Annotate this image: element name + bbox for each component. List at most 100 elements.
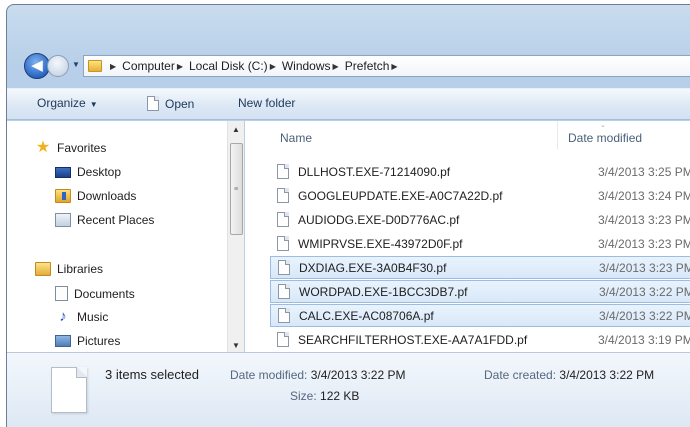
address-row: ◀ ▼ ▶ Computer ▶ Local Disk (C:) ▶ Windo… xyxy=(7,49,690,83)
grip-icon: ≡ xyxy=(234,186,238,193)
file-date-modified: 3/4/2013 3:24 PM xyxy=(598,188,690,203)
nav-desktop[interactable]: Desktop xyxy=(55,165,121,179)
file-row[interactable]: CALC.EXE-AC08706A.pf 3/4/2013 3:22 PM xyxy=(270,304,690,327)
chevron-down-icon: ▼ xyxy=(72,60,80,69)
column-header-date-modified[interactable]: Date modified xyxy=(568,131,642,145)
open-button[interactable]: Open xyxy=(147,96,194,111)
documents-icon xyxy=(55,286,68,301)
breadcrumb-local-disk[interactable]: Local Disk (C:) xyxy=(189,59,268,73)
size-value: 122 KB xyxy=(320,389,360,403)
libraries-icon xyxy=(35,262,51,276)
file-name: DXDIAG.EXE-3A0B4F30.pf xyxy=(299,260,447,275)
file-date-modified: 3/4/2013 3:23 PM xyxy=(598,236,690,251)
file-icon xyxy=(277,236,289,251)
file-row[interactable]: WORDPAD.EXE-1BCC3DB7.pf 3/4/2013 3:22 PM xyxy=(270,280,690,303)
recent-places-icon xyxy=(55,213,71,227)
file-row[interactable]: AUDIODG.EXE-D0D776AC.pf 3/4/2013 3:23 PM xyxy=(270,208,690,231)
detail-date-modified: Date modified: 3/4/2013 3:22 PM xyxy=(230,368,405,382)
nav-favorites[interactable]: ★ Favorites xyxy=(35,139,107,156)
sort-indicator-icon: ⌄ xyxy=(600,122,606,129)
size-label: Size: xyxy=(290,389,317,403)
file-name: SEARCHFILTERHOST.EXE-AA7A1FDD.pf xyxy=(298,332,528,347)
nav-libraries-label: Libraries xyxy=(57,262,104,276)
file-date-modified: 3/4/2013 3:22 PM xyxy=(599,308,690,323)
organize-button[interactable]: Organize ▼ xyxy=(37,96,98,110)
file-name: CALC.EXE-AC08706A.pf xyxy=(299,308,434,323)
chevron-right-icon[interactable]: ▶ xyxy=(270,62,276,71)
nav-music[interactable]: ♪ Music xyxy=(55,308,109,325)
file-icon xyxy=(278,260,290,275)
chevron-right-icon[interactable]: ▶ xyxy=(177,62,183,71)
detail-size: Size: 122 KB xyxy=(290,389,359,403)
file-date-modified: 3/4/2013 3:23 PM xyxy=(599,260,690,275)
nav-downloads-label: Downloads xyxy=(77,189,137,203)
breadcrumb-windows[interactable]: Windows xyxy=(282,59,331,73)
file-row[interactable]: DXDIAG.EXE-3A0B4F30.pf 3/4/2013 3:23 PM xyxy=(270,256,690,279)
navigation-pane: ★ Favorites Desktop Downloads Recent Pla… xyxy=(7,121,244,352)
nav-pane-scrollbar[interactable]: ▲ ≡ ▼ xyxy=(227,121,244,352)
file-icon xyxy=(277,164,289,179)
new-folder-button[interactable]: New folder xyxy=(238,96,295,110)
scrollbar-thumb[interactable]: ≡ xyxy=(230,143,243,235)
nav-documents-label: Documents xyxy=(74,286,135,301)
column-divider[interactable] xyxy=(557,121,558,149)
address-bar[interactable]: ▶ Computer ▶ Local Disk (C:) ▶ Windows ▶… xyxy=(83,55,690,77)
document-icon xyxy=(147,96,159,111)
chevron-right-icon[interactable]: ▶ xyxy=(391,62,397,71)
forward-button[interactable] xyxy=(47,55,69,77)
breadcrumb-prefetch[interactable]: Prefetch xyxy=(345,59,390,73)
file-icon xyxy=(277,212,289,227)
column-header-name[interactable]: Name xyxy=(280,131,312,145)
nav-favorites-label: Favorites xyxy=(57,141,107,155)
music-icon: ♪ xyxy=(59,308,67,325)
chevron-right-icon[interactable]: ▶ xyxy=(333,62,339,71)
file-row[interactable]: GOOGLEUPDATE.EXE-A0C7A22D.pf 3/4/2013 3:2… xyxy=(270,184,690,207)
desktop-icon xyxy=(55,166,71,178)
file-icon xyxy=(278,284,290,299)
recent-pages-dropdown[interactable]: ▼ xyxy=(72,60,80,69)
nav-libraries[interactable]: Libraries xyxy=(35,262,103,276)
scroll-up-arrow-icon[interactable]: ▲ xyxy=(232,125,240,134)
file-row[interactable]: WMIPRVSE.EXE-43972D0F.pf 3/4/2013 3:23 PM xyxy=(270,232,690,255)
organize-label: Organize xyxy=(37,96,86,110)
chevron-right-icon[interactable]: ▶ xyxy=(110,62,116,71)
file-date-modified: 3/4/2013 3:19 PM xyxy=(598,332,690,347)
detail-date-created: Date created: 3/4/2013 3:22 PM xyxy=(484,368,654,382)
nav-documents[interactable]: Documents xyxy=(55,286,135,301)
star-icon: ★ xyxy=(35,139,51,156)
nav-pictures[interactable]: Pictures xyxy=(55,334,120,348)
nav-recent-places-label: Recent Places xyxy=(77,213,155,227)
file-preview-icon xyxy=(51,367,87,413)
file-date-modified: 3/4/2013 3:25 PM xyxy=(598,164,690,179)
downloads-folder-icon xyxy=(55,189,71,203)
file-name: DLLHOST.EXE-71214090.pf xyxy=(298,164,451,179)
file-name: GOOGLEUPDATE.EXE-A0C7A22D.pf xyxy=(298,188,503,203)
file-name: AUDIODG.EXE-D0D776AC.pf xyxy=(298,212,460,227)
nav-downloads[interactable]: Downloads xyxy=(55,189,136,203)
scroll-down-arrow-icon[interactable]: ▼ xyxy=(232,341,240,350)
pictures-icon xyxy=(55,335,71,347)
file-name: WMIPRVSE.EXE-43972D0F.pf xyxy=(298,236,463,251)
folder-icon xyxy=(88,60,102,72)
file-list: ⌄ Name Date modified DLLHOST.EXE-7121409… xyxy=(245,121,690,352)
breadcrumb-computer[interactable]: Computer xyxy=(122,59,175,73)
file-row[interactable]: SEARCHFILTERHOST.EXE-AA7A1FDD.pf 3/4/2013… xyxy=(270,328,690,351)
command-bar: Organize ▼ Open New folder xyxy=(7,88,690,120)
date-created-value: 3/4/2013 3:22 PM xyxy=(559,368,655,382)
file-icon xyxy=(277,188,289,203)
chevron-down-icon: ▼ xyxy=(89,100,98,109)
nav-recent-places[interactable]: Recent Places xyxy=(55,213,154,227)
nav-pictures-label: Pictures xyxy=(77,334,121,348)
file-date-modified: 3/4/2013 3:23 PM xyxy=(598,212,690,227)
date-created-label: Date created: xyxy=(484,368,557,382)
explorer-window: ◀ ▼ ▶ Computer ▶ Local Disk (C:) ▶ Windo… xyxy=(6,4,690,427)
file-name: WORDPAD.EXE-1BCC3DB7.pf xyxy=(299,284,468,299)
nav-desktop-label: Desktop xyxy=(77,165,122,179)
file-icon xyxy=(277,332,289,347)
selection-count: 3 items selected xyxy=(105,367,199,382)
open-label: Open xyxy=(165,96,195,111)
file-date-modified: 3/4/2013 3:22 PM xyxy=(599,284,690,299)
nav-music-label: Music xyxy=(77,310,109,324)
file-row[interactable]: DLLHOST.EXE-71214090.pf 3/4/2013 3:25 PM xyxy=(270,160,690,183)
file-icon xyxy=(278,308,290,323)
